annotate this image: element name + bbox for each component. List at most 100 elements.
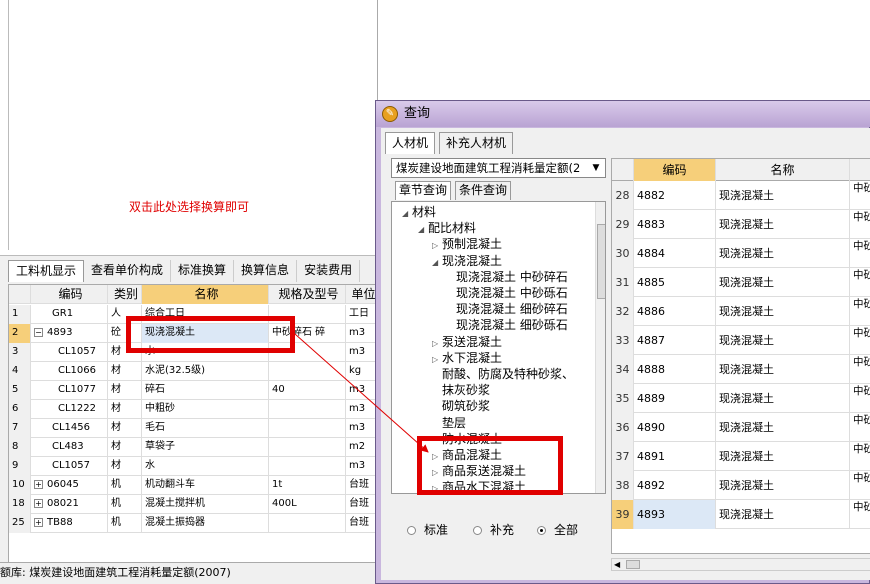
grid-cell-name[interactable]: 毛石 <box>142 419 269 438</box>
result-row[interactable]: 284882现浇混凝土中砂 0mm <box>612 181 870 210</box>
grid-header-cell[interactable]: 类别 <box>108 285 142 304</box>
result-cell-name[interactable]: 现浇混凝土 <box>716 413 850 442</box>
tree-node[interactable]: 耐酸、防腐及特种砂浆、 <box>432 366 574 382</box>
result-row[interactable]: 374891现浇混凝土中砂 0mm <box>612 442 870 471</box>
grid-cell-type[interactable]: 材 <box>108 400 142 419</box>
result-row[interactable]: 394893现浇混凝土中砂 0mm <box>612 500 870 529</box>
grid-cell-unit[interactable]: m3 <box>346 324 377 343</box>
grid-cell-code[interactable]: CL483 <box>31 438 108 457</box>
table-row[interactable]: 4 CL1066 材水泥(32.5级) kg <box>9 362 377 381</box>
result-cell-spec[interactable]: 中砂 0mm <box>850 326 870 355</box>
radio-standard-circle[interactable] <box>407 526 416 535</box>
grid-cell-type[interactable]: 机 <box>108 495 142 514</box>
chevron-down-icon[interactable]: ▼ <box>589 161 603 175</box>
result-cell-spec[interactable]: 中砂 0mm <box>850 297 870 326</box>
result-cell-name[interactable]: 现浇混凝土 <box>716 239 850 268</box>
grid-cell-code[interactable]: CL1222 <box>31 400 108 419</box>
result-cell-code[interactable]: 4889 <box>634 384 716 413</box>
grid-cell-type[interactable]: 机 <box>108 514 142 533</box>
grid-cell-type[interactable]: 材 <box>108 438 142 457</box>
tab-materials[interactable]: 工料机显示 <box>8 260 85 282</box>
result-cell-spec[interactable]: 中砂 0mm <box>850 384 870 413</box>
expand-toggle-icon[interactable]: + <box>34 479 43 489</box>
result-row[interactable]: 304884现浇混凝土中砂 0mm <box>612 239 870 268</box>
grid-cell-spec[interactable] <box>269 514 346 533</box>
radio-standard[interactable]: 标准 <box>407 521 448 539</box>
table-row[interactable]: 8 CL483 材草袋子 m2 <box>9 438 377 457</box>
table-row[interactable]: 7 CL1456 材毛石 m3 <box>9 419 377 438</box>
radio-all-circle[interactable] <box>537 526 546 535</box>
result-cell-name[interactable]: 现浇混凝土 <box>716 181 850 210</box>
grid-header-cell[interactable]: 编码 <box>31 285 108 304</box>
table-row[interactable]: 5 CL1077 材碎石 40 m3 <box>9 381 377 400</box>
table-row[interactable]: 10 +06045 机机动翻斗车 1t 台班 <box>9 476 377 495</box>
result-cell-name[interactable]: 现浇混凝土 <box>716 471 850 500</box>
grid-cell-code[interactable]: GR1 <box>31 305 108 324</box>
tree-node[interactable]: ▷ 水下混凝土 <box>432 350 502 366</box>
tree-node[interactable]: 现浇混凝土 中砂砾石 <box>446 285 568 301</box>
dialog-title[interactable]: 查询 <box>376 101 870 127</box>
grid-cell-code[interactable]: CL1057 <box>31 343 108 362</box>
grid-cell-type[interactable]: 材 <box>108 381 142 400</box>
result-row[interactable]: 294883现浇混凝土中砂 0mm <box>612 210 870 239</box>
grid-header-cell[interactable]: 名称 <box>142 285 269 304</box>
grid-cell-unit[interactable]: m3 <box>346 343 377 362</box>
result-cell-name[interactable]: 现浇混凝土 <box>716 326 850 355</box>
result-cell-code[interactable]: 4887 <box>634 326 716 355</box>
tab-condition-query[interactable]: 条件查询 <box>455 181 512 200</box>
result-cell-code[interactable]: 4885 <box>634 268 716 297</box>
results-header-cell[interactable]: 编码 <box>634 159 716 181</box>
grid-cell-type[interactable]: 材 <box>108 457 142 476</box>
result-cell-code[interactable]: 4890 <box>634 413 716 442</box>
result-cell-spec[interactable]: 中砂 0mm <box>850 239 870 268</box>
expand-toggle-icon[interactable]: − <box>34 327 43 337</box>
library-select[interactable]: 煤炭建设地面建筑工程消耗量定额(2 ▼ <box>391 158 606 178</box>
grid-header-cell[interactable]: 规格及型号 <box>269 285 346 304</box>
grid-cell-type[interactable]: 材 <box>108 362 142 381</box>
tab-supplementary[interactable]: 补充人材机 <box>439 132 514 154</box>
expand-toggle-icon[interactable]: + <box>34 498 43 508</box>
grid-cell-unit[interactable]: m3 <box>346 457 377 476</box>
result-row[interactable]: 334887现浇混凝土中砂 0mm <box>612 326 870 355</box>
grid-cell-code[interactable]: CL1456 <box>31 419 108 438</box>
grid-cell-unit[interactable]: 台班 <box>346 476 377 495</box>
result-cell-code[interactable]: 4893 <box>634 500 716 529</box>
grid-cell-code[interactable]: CL1066 <box>31 362 108 381</box>
collapse-icon[interactable]: ◢ <box>418 222 428 238</box>
grid-cell-code[interactable]: CL1077 <box>31 381 108 400</box>
tab-conversion-info[interactable]: 换算信息 <box>234 260 298 282</box>
result-cell-name[interactable]: 现浇混凝土 <box>716 500 850 529</box>
tree-node[interactable]: 现浇混凝土 细砂砾石 <box>446 317 568 333</box>
result-cell-spec[interactable]: 中砂 0mm <box>850 355 870 384</box>
result-cell-spec[interactable]: 中砂 0mm <box>850 442 870 471</box>
collapse-icon[interactable]: ◢ <box>402 206 412 222</box>
results-header-cell[interactable]: 名称 <box>716 159 850 181</box>
grid-cell-name[interactable]: 草袋子 <box>142 438 269 457</box>
grid-cell-type[interactable]: 材 <box>108 419 142 438</box>
tree-node[interactable]: 现浇混凝土 中砂碎石 <box>446 269 568 285</box>
result-cell-code[interactable]: 4891 <box>634 442 716 471</box>
tree-scroll-thumb[interactable] <box>597 224 605 299</box>
grid-cell-unit[interactable]: 台班 <box>346 514 377 533</box>
grid-cell-code[interactable]: +08021 <box>31 495 108 514</box>
result-cell-name[interactable]: 现浇混凝土 <box>716 297 850 326</box>
result-cell-code[interactable]: 4884 <box>634 239 716 268</box>
result-cell-code[interactable]: 4883 <box>634 210 716 239</box>
tree-node[interactable]: ◢ 现浇混凝土 <box>432 253 502 269</box>
expand-toggle-icon[interactable]: + <box>34 517 43 527</box>
table-row[interactable]: 6 CL1222 材中粗砂 m3 <box>9 400 377 419</box>
tree-node[interactable]: ◢ 配比材料 <box>418 220 476 236</box>
tree-scrollbar[interactable] <box>595 202 605 493</box>
scroll-left-icon[interactable]: ◀ <box>614 559 620 570</box>
result-cell-code[interactable]: 4892 <box>634 471 716 500</box>
result-row[interactable]: 384892现浇混凝土中砂 0mm <box>612 471 870 500</box>
table-row[interactable]: 25 + TB88 机混凝土振捣器 台班 <box>9 514 377 533</box>
tree-node[interactable]: 抹灰砂浆 <box>432 382 490 398</box>
grid-cell-name[interactable]: 水泥(32.5级) <box>142 362 269 381</box>
result-row[interactable]: 364890现浇混凝土中砂 0mm <box>612 413 870 442</box>
table-row[interactable]: 18 +08021 机混凝土搅拌机 400L 台班 <box>9 495 377 514</box>
grid-cell-code[interactable]: +06045 <box>31 476 108 495</box>
grid-cell-code[interactable]: −4893 <box>31 324 108 343</box>
results-grid[interactable]: 编码名称284882现浇混凝土中砂 0mm294883现浇混凝土中砂 0mm30… <box>611 158 870 554</box>
results-hscrollbar[interactable]: ◀ <box>611 558 870 571</box>
